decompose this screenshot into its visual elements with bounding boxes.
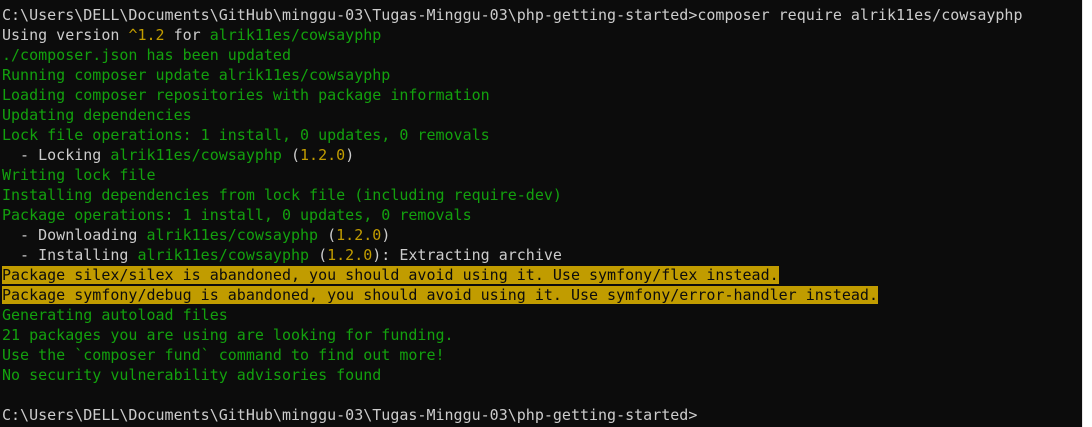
warning-line: Package silex/silex is abandoned, you sh… [0,265,1082,285]
output-line: Updating dependencies [2,106,192,124]
abandoned-package-warning: Package symfony/debug is abandoned, you … [2,286,878,304]
package-version: 1.2.0 [327,246,373,264]
output-line: Running composer update alrik11es/cowsay… [2,66,391,84]
package-name: alrik11es/cowsayphp [137,246,310,264]
installing-line: - Installing alrik11es/cowsayphp (1.2.0)… [0,245,1082,265]
package-version: 1.2.0 [336,226,382,244]
output-line: Writing lock file [2,166,156,184]
downloading-prefix: - Downloading [2,226,147,244]
output-line: Generating autoload files [2,306,228,324]
locking-prefix: - Locking [2,146,111,164]
package-name: alrik11es/cowsayphp [209,26,382,44]
prompt-path: C:\Users\DELL\Documents\GitHub\minggu-03… [2,6,698,24]
paren-open: ( [318,226,337,244]
paren-open: ( [309,246,328,264]
output-line: Loading composer repositories with packa… [2,86,490,104]
using-version-prefix: Using version [2,26,129,44]
using-version-mid: for [164,26,210,44]
warning-line: Package symfony/debug is abandoned, you … [0,285,1082,305]
locking-line: - Locking alrik11es/cowsayphp (1.2.0) [0,145,1082,165]
paren-open: ( [281,146,301,164]
output-line: Package operations: 1 install, 0 updates… [2,206,472,224]
output-line: Lock file operations: 1 install, 0 updat… [2,126,490,144]
terminal-output[interactable]: C:\Users\DELL\Documents\GitHub\minggu-03… [0,0,1082,427]
installing-prefix: - Installing [2,246,138,264]
output-line: ./composer.json has been updated [2,46,291,64]
output-line: No security vulnerability advisories fou… [2,366,382,384]
output-line: Installing dependencies from lock file (… [2,186,562,204]
final-prompt[interactable]: C:\Users\DELL\Documents\GitHub\minggu-03… [0,405,1082,425]
downloading-line: - Downloading alrik11es/cowsayphp (1.2.0… [0,225,1082,245]
installing-suffix: ): Extracting archive [372,246,562,264]
package-name: alrik11es/cowsayphp [146,226,319,244]
package-name: alrik11es/cowsayphp [110,146,282,164]
using-version-line: Using version ^1.2 for alrik11es/cowsayp… [0,25,1082,45]
version-constraint: ^1.2 [128,26,165,44]
paren-close: ) [345,146,355,164]
package-version: 1.2.0 [300,146,346,164]
output-line: Use the `composer fund` command to find … [2,346,445,364]
output-line: 21 packages you are using are looking fo… [2,326,454,344]
paren-close: ) [381,226,391,244]
vertical-scrollbar[interactable] [1082,0,1092,427]
abandoned-package-warning: Package silex/silex is abandoned, you sh… [2,266,779,284]
typed-command: composer require alrik11es/cowsayphp [697,6,1023,24]
command-line: C:\Users\DELL\Documents\GitHub\minggu-03… [0,5,1082,25]
